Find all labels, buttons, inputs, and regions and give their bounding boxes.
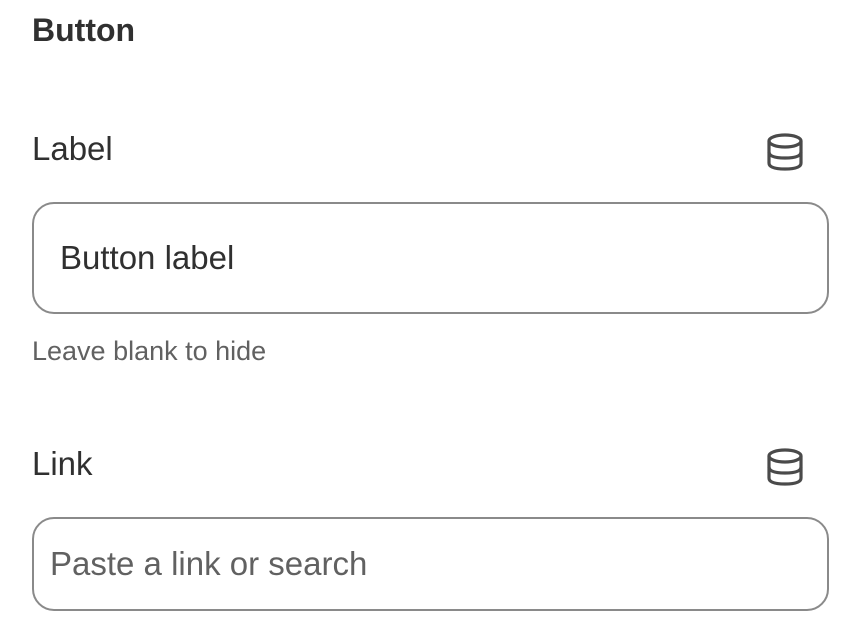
button-settings-panel: Button Label Leave blank to hide Link: [0, 0, 858, 634]
link-search-input[interactable]: [32, 517, 829, 611]
button-label-input[interactable]: [32, 202, 829, 314]
database-icon[interactable]: [765, 132, 805, 172]
label-field-label: Label: [32, 130, 113, 167]
database-icon[interactable]: [765, 447, 805, 487]
section-title: Button: [32, 12, 136, 48]
link-field-label: Link: [32, 445, 93, 482]
label-help-text: Leave blank to hide: [32, 336, 267, 366]
